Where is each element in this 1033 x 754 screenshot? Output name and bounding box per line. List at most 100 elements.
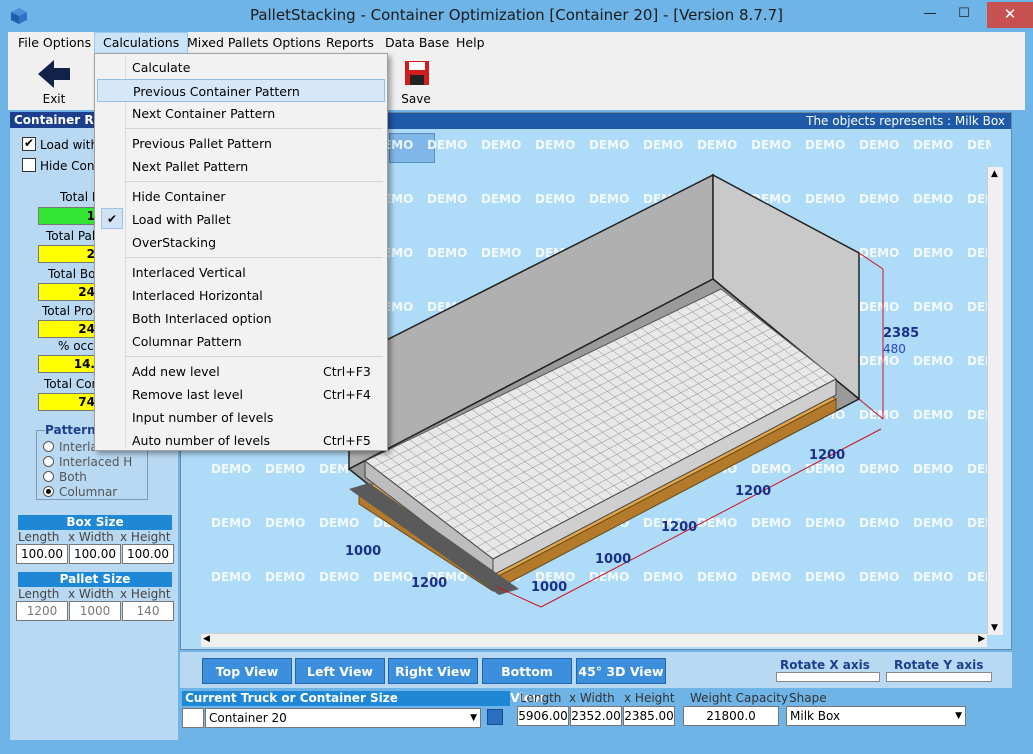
top-view-button[interactable]: Top View [202,658,292,684]
box-size-header: Box Size [18,515,172,530]
box-length-input[interactable]: 100.00 [16,544,68,564]
menu-columnar-pattern[interactable]: Columnar Pattern [97,330,385,353]
menu-reports[interactable]: Reports [318,32,382,54]
scroll-left-icon[interactable]: ◀ [203,634,210,644]
demo-watermark: DEMO [481,138,521,152]
bottom-view-button[interactable]: Bottom View [482,658,572,705]
demo-watermark: DEMO [859,192,899,206]
demo-watermark: DEMO [913,192,953,206]
container-select[interactable]: Container 20 ▼ [205,708,481,728]
shortcut-label: Ctrl+F4 [323,387,371,402]
pallet-width-label: x Width [68,587,114,601]
left-view-button[interactable]: Left View [295,658,385,684]
demo-watermark: DEMO [589,192,629,206]
exit-button[interactable]: Exit [24,54,84,110]
truck-height-input[interactable]: 2385.00 [623,706,675,726]
rotate-y-slider[interactable] [886,672,992,682]
pallet-height-input[interactable]: 140 [122,601,174,621]
menu-load-with-pallet[interactable]: ✔ Load with Pallet [97,208,385,231]
right-view-button[interactable]: Right View [388,658,478,684]
pallet-length-input[interactable]: 1200 [16,601,68,621]
menu-add-new-level[interactable]: Add new level Ctrl+F3 [97,360,385,383]
vertical-scrollbar[interactable]: ▲ ▼ [987,167,1003,635]
pallet-width-input[interactable]: 1000 [69,601,121,621]
stat-value: 1 [38,207,100,225]
dim-1200-label: 1200 [809,448,845,463]
box-width-input[interactable]: 100.00 [69,544,121,564]
truck-width-input[interactable]: 2352.00 [570,706,622,726]
stat-value: 2 [38,245,100,263]
horizontal-scrollbar[interactable]: ◀ ▶ [201,633,987,647]
radio-label: Columnar [59,485,118,499]
3d-view-button[interactable]: 45° 3D View [576,658,666,684]
stat-label: Total Con [44,377,100,391]
chevron-down-icon[interactable]: ▼ [470,709,477,727]
menu-next-container-pattern[interactable]: Next Container Pattern [97,102,385,125]
menu-bar: File Options Calculations Mixed Pallets … [8,32,1025,54]
dim-height-label: 2385 [883,326,919,341]
menu-hide-container[interactable]: Hide Container [97,185,385,208]
back-arrow-icon [38,60,70,88]
demo-watermark: DEMO [751,138,791,152]
menu-data-base[interactable]: Data Base [377,32,457,54]
rotate-x-slider[interactable] [776,672,880,682]
demo-watermark: DEMO [805,516,845,530]
demo-watermark: DEMO [913,516,953,530]
radio-columnar[interactable] [43,486,54,497]
demo-watermark: DEMO [913,408,953,422]
demo-watermark: DEMO [913,570,953,584]
menu-auto-number-of-levels[interactable]: Auto number of levels Ctrl+F5 [97,429,385,452]
menu-next-pallet-pattern[interactable]: Next Pallet Pattern [97,155,385,178]
pallet-size-header: Pallet Size [18,572,172,587]
shape-select-value: Milk Box [790,709,841,723]
pallet-height-label: x Height [120,587,171,601]
stat-value: 14. [38,355,100,373]
demo-watermark: DEMO [319,516,359,530]
menu-calculations[interactable]: Calculations [94,32,189,54]
menu-interlaced-vertical[interactable]: Interlaced Vertical [97,261,385,284]
menu-calculate[interactable]: Calculate [97,56,385,79]
demo-watermark: DEMO [373,570,413,584]
radio-interlaced-horizontal[interactable] [43,456,54,467]
stat-label: Total Prod [42,304,101,318]
menu-previous-pallet-pattern[interactable]: Previous Pallet Pattern [97,132,385,155]
shape-select[interactable]: Milk Box ▼ [786,706,966,726]
title-bar: PalletStacking - Container Optimization … [0,0,1033,32]
demo-watermark: DEMO [967,138,991,152]
menu-help[interactable]: Help [448,32,493,54]
close-button[interactable]: ✕ [987,2,1033,28]
box-height-input[interactable]: 100.00 [122,544,174,564]
demo-watermark: DEMO [913,462,953,476]
exit-label: Exit [42,92,66,106]
menu-mixed-pallets-options[interactable]: Mixed Pallets Options [179,32,329,54]
demo-watermark: DEMO [913,246,953,260]
calculations-dropdown-menu: Calculate Previous Container Pattern Nex… [94,53,388,451]
save-button[interactable]: Save [386,54,446,110]
radio-both[interactable] [43,471,54,482]
demo-watermark: DEMO [805,192,845,206]
scroll-down-icon[interactable]: ▼ [991,623,998,633]
menu-interlaced-horizontal[interactable]: Interlaced Horizontal [97,284,385,307]
truck-length-input[interactable]: 5906.00 [517,706,569,726]
scroll-up-icon[interactable]: ▲ [991,169,998,179]
weight-capacity-input[interactable]: 21800.0 [683,706,779,726]
demo-watermark: DEMO [697,570,737,584]
menu-previous-container-pattern[interactable]: Previous Container Pattern [97,79,385,102]
radio-label: Interla [59,440,98,454]
open-folder-icon[interactable] [487,709,503,725]
menu-remove-last-level[interactable]: Remove last level Ctrl+F4 [97,383,385,406]
menu-both-interlaced-option[interactable]: Both Interlaced option [97,307,385,330]
maximize-button[interactable]: ☐ [944,2,984,28]
load-with-pallet-checkbox[interactable]: ✔ [22,137,36,151]
menu-overstacking[interactable]: OverStacking [97,231,385,254]
menu-file-options[interactable]: File Options [10,32,99,54]
menu-input-number-of-levels[interactable]: Input number of levels [97,406,385,429]
demo-watermark: DEMO [805,138,845,152]
stat-label: Total I [60,190,96,204]
hide-container-checkbox[interactable] [22,158,36,172]
scroll-right-icon[interactable]: ▶ [978,634,985,644]
demo-watermark: DEMO [265,516,305,530]
radio-label: Interlaced H [59,455,133,469]
radio-interlaced-vertical[interactable] [43,441,54,452]
chevron-down-icon[interactable]: ▼ [955,707,962,725]
